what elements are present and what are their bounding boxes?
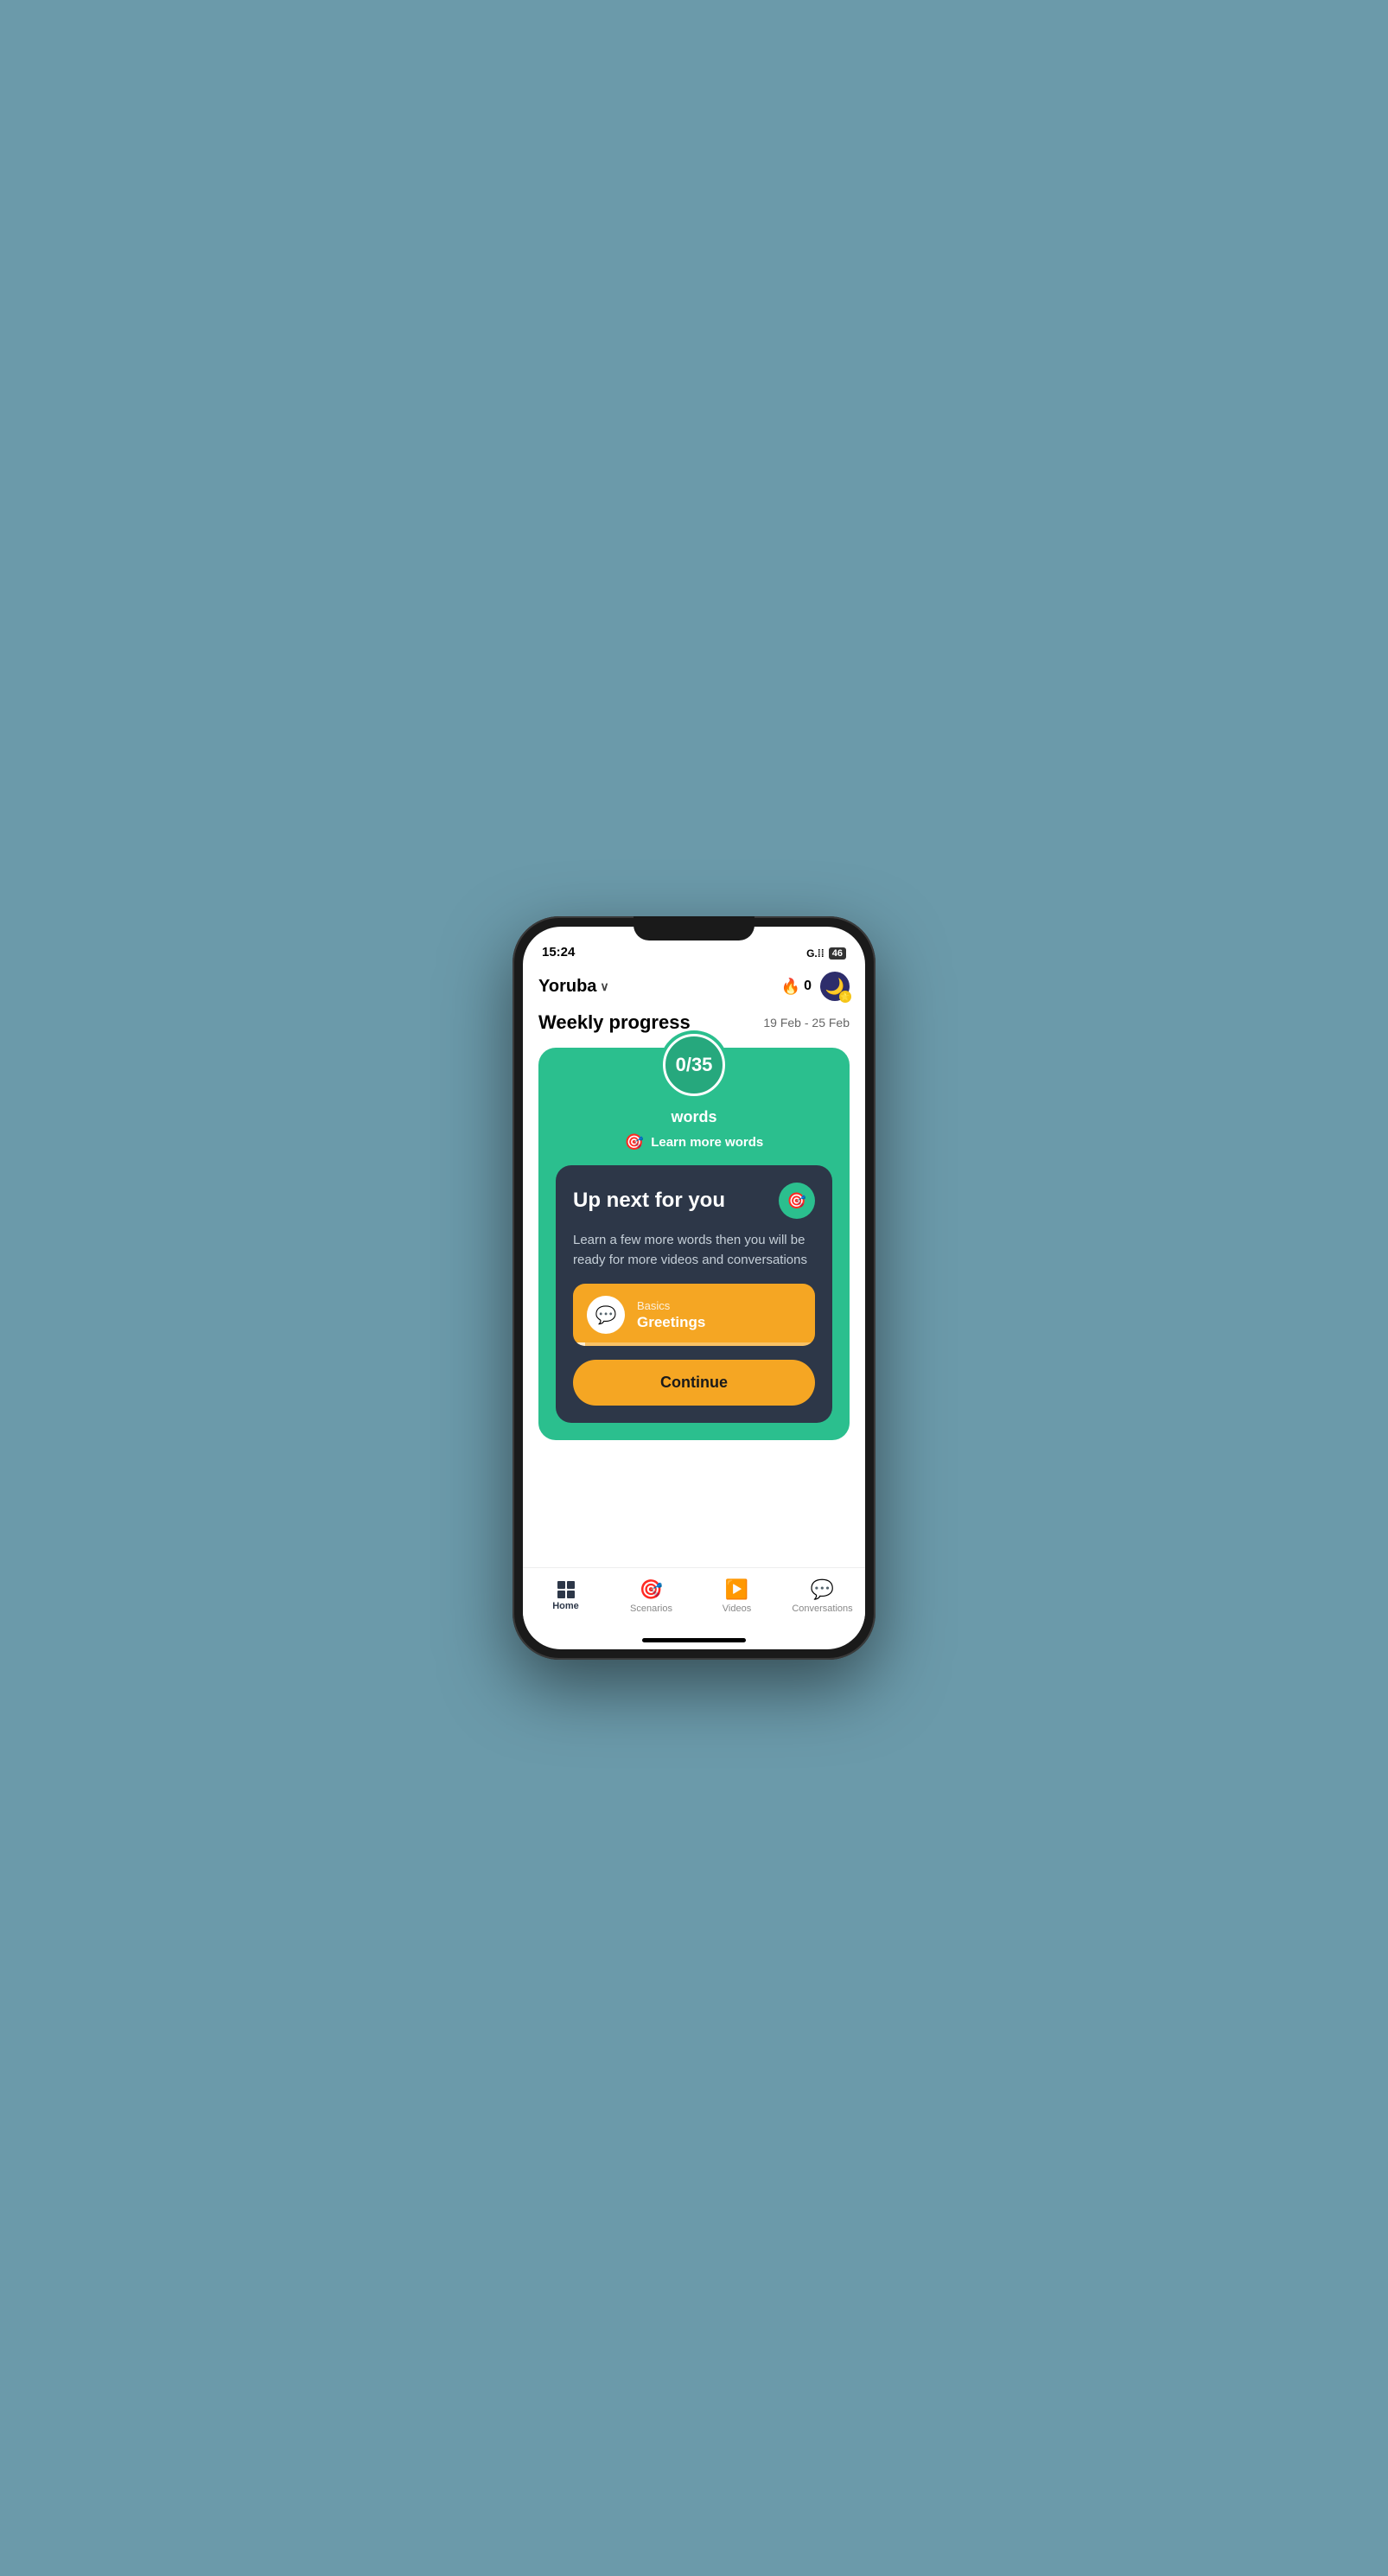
signal-icon: G.⁞⁞ bbox=[806, 947, 825, 960]
lesson-icon-circle: 💬 bbox=[587, 1296, 625, 1334]
learn-more-label: Learn more words bbox=[651, 1135, 763, 1150]
progress-current: 0 bbox=[676, 1054, 686, 1076]
lesson-chat-icon: 💬 bbox=[595, 1304, 617, 1326]
nav-item-videos[interactable]: ▶️ Videos bbox=[694, 1578, 780, 1614]
nav-label-scenarios: Scenarios bbox=[630, 1604, 672, 1614]
language-selector[interactable]: Yoruba ∨ bbox=[538, 977, 609, 997]
up-next-card: Up next for you 🎯 Learn a few more words… bbox=[556, 1165, 832, 1423]
weekly-progress-title: Weekly progress bbox=[538, 1011, 691, 1034]
lesson-item[interactable]: 💬 Basics Greetings bbox=[573, 1284, 815, 1346]
continue-button[interactable]: Continue bbox=[573, 1360, 815, 1406]
header-right: 🔥 0 🌙 ⭐ bbox=[781, 972, 850, 1001]
battery-icon: 46 bbox=[829, 947, 846, 960]
language-name: Yoruba bbox=[538, 977, 596, 997]
lesson-info: Basics Greetings bbox=[637, 1299, 801, 1331]
avatar[interactable]: 🌙 ⭐ bbox=[820, 972, 850, 1001]
home-icon bbox=[557, 1581, 575, 1598]
streak-count: 0 bbox=[804, 979, 812, 994]
lesson-progress-bar bbox=[573, 1342, 815, 1346]
status-time: 15:24 bbox=[542, 945, 575, 960]
nav-item-scenarios[interactable]: 🎯 Scenarios bbox=[608, 1578, 694, 1614]
streak-container: 🔥 0 bbox=[781, 978, 812, 996]
lesson-progress-fill bbox=[573, 1342, 585, 1346]
screen-content: Yoruba ∨ 🔥 0 🌙 ⭐ Weekly progress bbox=[523, 965, 865, 1567]
status-right: G.⁞⁞ 46 bbox=[806, 947, 846, 960]
bottom-nav: Home 🎯 Scenarios ▶️ Videos 💬 Conversatio… bbox=[523, 1567, 865, 1638]
up-next-arrow-icon: 🎯 bbox=[787, 1192, 806, 1210]
app-header: Yoruba ∨ 🔥 0 🌙 ⭐ bbox=[538, 965, 850, 1011]
notch bbox=[634, 916, 754, 940]
conversations-icon: 💬 bbox=[811, 1578, 834, 1601]
home-indicator bbox=[642, 1638, 746, 1642]
avatar-star-icon: ⭐ bbox=[839, 991, 851, 1003]
progress-card: 0/35 words 🎯 Learn more words Up next fo… bbox=[538, 1048, 850, 1440]
phone-screen: 15:24 G.⁞⁞ 46 Yoruba ∨ 🔥 0 bbox=[523, 927, 865, 1649]
lesson-name: Greetings bbox=[637, 1314, 801, 1331]
phone-frame: 15:24 G.⁞⁞ 46 Yoruba ∨ 🔥 0 bbox=[513, 916, 875, 1660]
progress-circle-inner: 0/35 bbox=[663, 1034, 725, 1096]
chevron-down-icon: ∨ bbox=[600, 979, 608, 994]
up-next-icon-button[interactable]: 🎯 bbox=[779, 1183, 815, 1219]
progress-total: 35 bbox=[691, 1054, 712, 1076]
date-range: 19 Feb - 25 Feb bbox=[763, 1016, 850, 1030]
learn-more-button[interactable]: 🎯 Learn more words bbox=[556, 1133, 832, 1151]
learn-icon: 🎯 bbox=[625, 1133, 644, 1151]
words-label: words bbox=[556, 1108, 832, 1126]
scenarios-icon: 🎯 bbox=[640, 1578, 663, 1601]
flame-icon: 🔥 bbox=[781, 978, 800, 996]
videos-icon: ▶️ bbox=[725, 1578, 748, 1601]
nav-label-videos: Videos bbox=[723, 1604, 751, 1614]
up-next-description: Learn a few more words then you will be … bbox=[573, 1231, 815, 1270]
nav-label-conversations: Conversations bbox=[792, 1604, 852, 1614]
up-next-title: Up next for you bbox=[573, 1189, 725, 1213]
nav-label-home: Home bbox=[552, 1601, 579, 1611]
lesson-category: Basics bbox=[637, 1299, 801, 1312]
progress-circle: 0/35 bbox=[659, 1030, 729, 1100]
up-next-header: Up next for you 🎯 bbox=[573, 1183, 815, 1219]
nav-item-conversations[interactable]: 💬 Conversations bbox=[780, 1578, 865, 1614]
nav-item-home[interactable]: Home bbox=[523, 1581, 608, 1611]
